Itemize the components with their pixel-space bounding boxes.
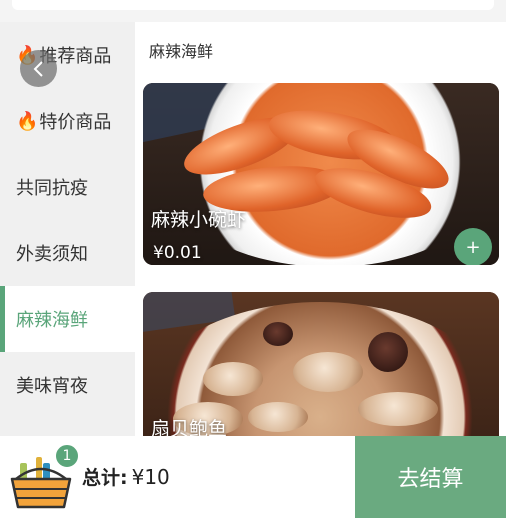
sidebar-item-fight-epidemic[interactable]: 共同抗疫 (0, 154, 135, 220)
back-button[interactable] (20, 50, 57, 87)
product-image (143, 83, 499, 265)
fire-icon: 🔥 (16, 110, 39, 132)
sidebar-item-delivery-notice[interactable]: 外卖须知 (0, 220, 135, 286)
chevron-left-icon (33, 60, 43, 77)
product-list: 麻辣海鲜 麻辣小碗虾 ¥0.01 + 扇贝鲍鱼 (135, 22, 506, 436)
sidebar-item-label: 美味宵夜 (16, 376, 88, 397)
add-to-cart-button[interactable]: + (454, 228, 492, 265)
product-name: 麻辣小碗虾 (151, 209, 247, 231)
product-price: ¥0.01 (153, 243, 202, 263)
category-sidebar: 🔥 推荐商品 🔥 特价商品 共同抗疫 外卖须知 麻辣海鲜 美味宵夜 (0, 22, 135, 436)
total-label: 总计: (82, 467, 128, 489)
section-title: 麻辣海鲜 (149, 42, 214, 61)
search-bar[interactable] (12, 0, 494, 10)
total-amount: ¥10 (131, 465, 170, 489)
plus-icon: + (465, 236, 481, 258)
top-strip (0, 0, 506, 22)
sidebar-item-label: 共同抗疫 (16, 178, 88, 199)
cart-total: 总计: ¥10 (82, 463, 170, 490)
product-card[interactable]: 扇贝鲍鱼 (143, 292, 499, 436)
sidebar-item-late-night-snacks[interactable]: 美味宵夜 (0, 352, 135, 418)
sidebar-item-recommended[interactable]: 🔥 推荐商品 (0, 22, 135, 88)
sidebar-item-specials[interactable]: 🔥 特价商品 (0, 88, 135, 154)
sidebar-item-label: 外卖须知 (16, 244, 88, 265)
checkout-button[interactable]: 去结算 (355, 436, 506, 518)
sidebar-item-label: 特价商品 (39, 112, 112, 133)
product-card[interactable]: 麻辣小碗虾 ¥0.01 + (143, 83, 499, 265)
sidebar-item-spicy-seafood[interactable]: 麻辣海鲜 (0, 286, 135, 352)
product-name: 扇贝鲍鱼 (151, 418, 228, 436)
cart-count-badge: 1 (54, 443, 80, 469)
sidebar-item-label: 麻辣海鲜 (16, 310, 88, 331)
